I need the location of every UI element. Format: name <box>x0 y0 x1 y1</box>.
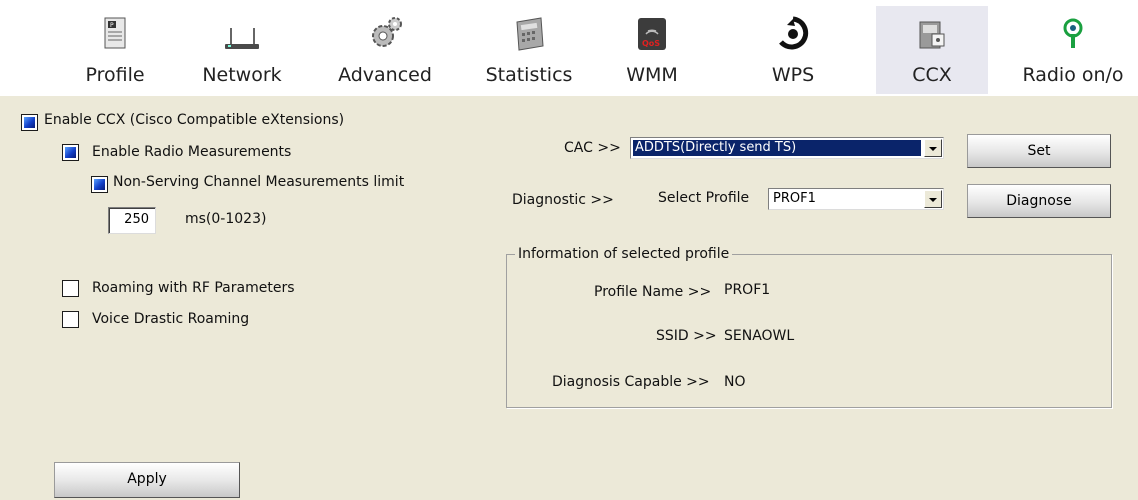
roaming-rf-checkbox[interactable] <box>62 280 79 297</box>
profile-info-legend: Information of selected profile <box>518 246 730 262</box>
cac-select[interactable]: ADDTS(Directly send TS) <box>630 137 944 159</box>
profile-name-label: Profile Name >> <box>594 284 712 300</box>
diagnostic-label: Diagnostic >> <box>512 192 614 208</box>
toolbar-ccx[interactable]: CCX <box>876 6 988 94</box>
radio-icon <box>1063 18 1083 48</box>
diag-capable-label: Diagnosis Capable >> <box>552 374 710 390</box>
limit-unit-label: ms(0-1023) <box>185 211 267 227</box>
ccx-icon <box>919 21 945 49</box>
toolbar-profile[interactable]: P Profile <box>60 6 170 94</box>
ssid-label: SSID >> <box>656 328 717 344</box>
radio-measurements-label: Enable Radio Measurements <box>92 144 292 160</box>
toolbar-profile-label: Profile <box>85 64 145 86</box>
apply-button[interactable]: Apply <box>54 462 240 498</box>
diagnose-button[interactable]: Diagnose <box>967 184 1111 218</box>
toolbar-radio[interactable]: Radio on/o <box>1018 6 1128 94</box>
advanced-icon <box>372 17 402 47</box>
toolbar-statistics[interactable]: Statistics <box>474 6 584 94</box>
toolbar-network[interactable]: Network <box>187 6 297 94</box>
wps-icon <box>779 16 809 50</box>
profile-name-value: PROF1 <box>724 282 771 298</box>
toolbar-radio-label: Radio on/o <box>1022 64 1124 86</box>
ssid-value: SENAOWL <box>724 328 795 344</box>
network-icon <box>225 28 259 49</box>
toolbar-advanced[interactable]: Advanced <box>330 6 440 94</box>
profile-select[interactable]: PROF1 <box>768 188 944 210</box>
toolbar-wmm[interactable]: QoS WMM <box>597 6 707 94</box>
toolbar-advanced-label: Advanced <box>338 64 432 86</box>
toolbar-network-label: Network <box>202 64 282 86</box>
svg-text:P: P <box>110 22 114 29</box>
chevron-down-icon[interactable] <box>924 190 942 208</box>
limit-input[interactable]: 250 <box>108 207 156 234</box>
roaming-rf-label: Roaming with RF Parameters <box>92 280 295 296</box>
wmm-icon-text: QoS <box>642 39 660 48</box>
voice-roaming-checkbox[interactable] <box>62 311 79 328</box>
select-profile-label: Select Profile <box>658 190 750 206</box>
set-button[interactable]: Set <box>967 134 1111 168</box>
enable-ccx-checkbox[interactable] <box>21 114 38 131</box>
toolbar-wmm-label: WMM <box>626 64 678 86</box>
profile-icon: P <box>104 17 126 49</box>
toolbar-wps[interactable]: WPS <box>738 6 848 94</box>
cac-label: CAC >> <box>564 140 621 156</box>
toolbar-wps-label: WPS <box>771 64 815 86</box>
enable-ccx-label: Enable CCX (Cisco Compatible eXtensions) <box>44 112 345 128</box>
diag-capable-value: NO <box>724 374 746 390</box>
radio-measurements-checkbox[interactable] <box>62 144 79 161</box>
non-serving-label: Non-Serving Channel Measurements limit <box>113 174 405 190</box>
profile-select-value: PROF1 <box>773 191 816 206</box>
voice-roaming-label: Voice Drastic Roaming <box>92 311 250 327</box>
toolbar-ccx-label: CCX <box>912 64 952 86</box>
non-serving-checkbox[interactable] <box>91 176 108 193</box>
wmm-icon: QoS <box>638 18 666 50</box>
toolbar-statistics-label: Statistics <box>485 64 573 86</box>
toolbar: P Profile Network Advanced Statistics Qo… <box>0 0 1138 96</box>
chevron-down-icon[interactable] <box>924 139 942 157</box>
statistics-icon <box>516 17 544 51</box>
cac-select-value: ADDTS(Directly send TS) <box>633 140 921 156</box>
ccx-panel: Enable CCX (Cisco Compatible eXtensions)… <box>0 96 1138 500</box>
